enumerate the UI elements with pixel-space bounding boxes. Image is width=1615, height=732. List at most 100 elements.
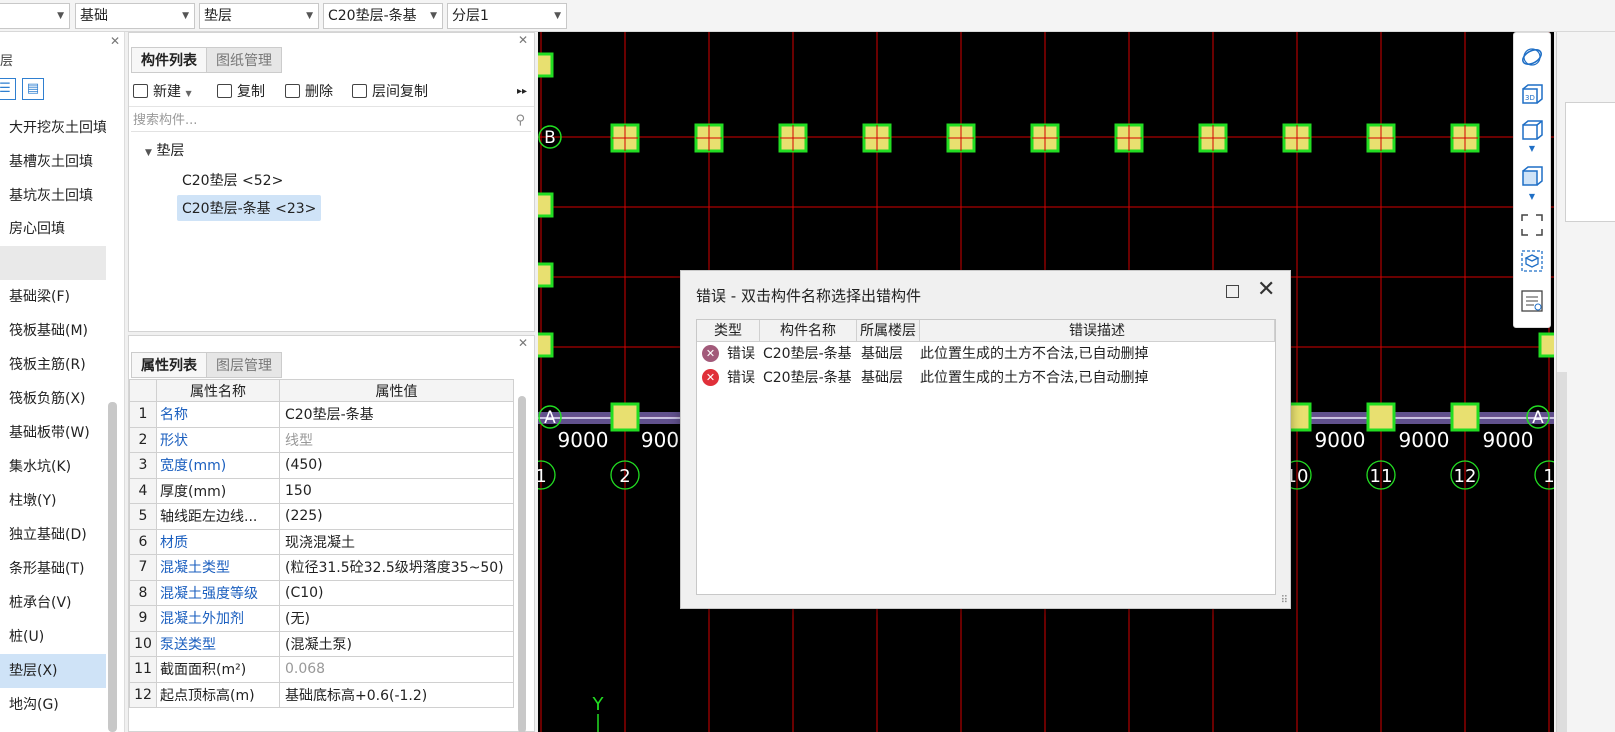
new-button[interactable]: 新建 ▼ <box>133 77 192 109</box>
sidebar-item[interactable]: 条形基础(T) <box>0 552 106 586</box>
table-row[interactable]: 8 混凝土强度等级 (C10) <box>129 579 514 606</box>
sidebar-item[interactable]: 柱墩(Y) <box>0 484 106 518</box>
error-floor: 基础层 <box>861 346 903 362</box>
side-panel-box[interactable] <box>1565 102 1615 222</box>
error-dialog: 错误 - 双击构件名称选择出错构件 ✕ 类型 构件名称 所属楼层 错误描述 ✕ 错… <box>680 270 1291 609</box>
maximize-icon[interactable] <box>1226 285 1239 298</box>
chevron-down-icon[interactable]: ▼ <box>1520 191 1544 203</box>
floor-copy-button[interactable]: 层间复制 <box>352 77 428 107</box>
sidebar-item[interactable]: 集水坑(K) <box>0 450 106 484</box>
fullscreen-icon[interactable] <box>1520 213 1544 237</box>
table-row[interactable]: 3 宽度(mm) (450) <box>129 452 514 479</box>
sidebar-item[interactable]: 桩承台(V) <box>0 586 106 620</box>
sidebar-item[interactable]: 地沟(G) <box>0 688 106 722</box>
error-component[interactable]: C20垫层-条基 <box>763 342 852 366</box>
nav-scrollbar[interactable] <box>108 402 117 732</box>
side-scrollbar[interactable] <box>1557 372 1567 732</box>
cube-filled-icon[interactable] <box>1520 165 1544 189</box>
3d-view-icon[interactable]: 3D <box>1520 83 1544 107</box>
sidebar-item[interactable]: 筏板基础(M) <box>0 314 106 348</box>
tab-property-list[interactable]: 属性列表 <box>131 352 207 378</box>
close-icon[interactable]: ✕ <box>110 34 120 48</box>
floor-select[interactable]: ▼ <box>0 3 70 29</box>
property-value[interactable]: (无) <box>279 605 514 632</box>
property-value[interactable]: (450) <box>279 452 514 479</box>
table-row[interactable]: 1 名称 C20垫层-条基 <box>129 401 514 428</box>
table-row[interactable]: 11 截面面积(m²) 0.068 <box>129 656 514 683</box>
pad-footing <box>538 262 554 288</box>
tree-item[interactable]: C20垫层 <52> <box>182 170 283 190</box>
table-row[interactable]: 12 起点顶标高(m) 基础底标高+0.6(-1.2) <box>129 681 514 708</box>
dimension-label: 9000 <box>1315 428 1366 452</box>
close-icon[interactable]: ✕ <box>518 33 528 47</box>
type-select[interactable]: 垫层 ▼ <box>199 3 319 29</box>
dimension-label: 9000 <box>1483 428 1534 452</box>
tree-root[interactable]: ▼ 垫层 <box>145 140 184 160</box>
property-value[interactable]: C20垫层-条基 <box>279 401 514 428</box>
pad-footing <box>610 402 640 432</box>
pad-footing <box>1538 332 1554 358</box>
sidebar-item[interactable]: 大开挖灰土回填 <box>0 111 106 145</box>
sidebar-item[interactable]: 房心回填 <box>0 212 106 246</box>
component-select[interactable]: C20垫层-条基 ▼ <box>323 3 443 29</box>
sidebar-item[interactable]: 独立基础(D) <box>0 518 106 552</box>
column-header[interactable]: 类型 <box>697 320 760 342</box>
sidebar-item[interactable]: 筏板负筋(X) <box>0 382 106 416</box>
table-row[interactable]: 2 形状 线型 <box>129 426 514 453</box>
column-header[interactable]: 错误描述 <box>920 320 1275 342</box>
layer-list-icon[interactable] <box>1520 289 1544 313</box>
table-row[interactable]: 7 混凝土类型 (粒径31.5砼32.5级坍落度35~50) <box>129 554 514 581</box>
column-header[interactable]: 所属楼层 <box>857 320 920 342</box>
table-row[interactable]: 4 厚度(mm) 150 <box>129 477 514 504</box>
tab-drawing-manage[interactable]: 图纸管理 <box>206 47 282 73</box>
sidebar-item[interactable]: 基础梁(F) <box>0 280 106 314</box>
copy-button[interactable]: 复制 <box>217 77 265 107</box>
property-value[interactable]: 0.068 <box>279 656 514 683</box>
detail-view-icon[interactable]: ▤ <box>22 78 44 100</box>
pad-footing <box>538 332 554 358</box>
orbit-icon[interactable] <box>1520 45 1544 69</box>
property-value[interactable]: (225) <box>279 503 514 530</box>
list-item[interactable]: ✕ 错误 C20垫层-条基 基础层 此位置生成的土方不合法,已自动删掉 <box>697 366 1277 390</box>
property-value[interactable]: 现浇混凝土 <box>279 528 514 555</box>
sidebar-item[interactable]: 垫层(X) <box>0 654 106 688</box>
more-icon[interactable]: ▸▸ <box>517 77 527 107</box>
sidebar-item[interactable]: 筏板主筋(R) <box>0 348 106 382</box>
list-item[interactable]: ✕ 错误 C20垫层-条基 基础层 此位置生成的土方不合法,已自动删掉 <box>697 342 1277 366</box>
property-value[interactable]: (C10) <box>279 579 514 606</box>
error-type: 错误 <box>727 370 755 386</box>
property-scrollbar[interactable] <box>518 396 526 732</box>
delete-button[interactable]: 删除 <box>285 77 333 107</box>
table-row[interactable]: 6 材质 现浇混凝土 <box>129 528 514 555</box>
column-header[interactable]: 构件名称 <box>760 320 857 342</box>
property-value[interactable]: 基础底标高+0.6(-1.2) <box>279 681 514 708</box>
sidebar-item[interactable]: 桩(U) <box>0 620 106 654</box>
chevron-down-icon[interactable]: ▼ <box>1520 143 1544 155</box>
sidebar-item[interactable]: 基坑灰土回填 <box>0 179 106 213</box>
property-value[interactable]: 线型 <box>279 426 514 453</box>
sidebar-item[interactable]: 基槽灰土回填 <box>0 145 106 179</box>
column-header: 属性值 <box>279 379 514 402</box>
resize-grip-icon[interactable]: ⠿ <box>1281 595 1288 606</box>
list-view-icon[interactable]: ☰ <box>0 78 16 100</box>
cube-icon[interactable] <box>1520 119 1544 143</box>
property-value[interactable]: 150 <box>279 477 514 504</box>
tab-component-list[interactable]: 构件列表 <box>131 47 207 73</box>
table-row[interactable]: 9 混凝土外加剂 (无) <box>129 605 514 632</box>
property-value[interactable]: (粒径31.5砼32.5级坍落度35~50) <box>279 554 514 581</box>
close-icon[interactable]: ✕ <box>1257 279 1275 301</box>
property-name: 厚度(mm) <box>156 477 280 504</box>
search-input[interactable]: 搜索构件... ⚲ <box>131 110 531 132</box>
error-component[interactable]: C20垫层-条基 <box>763 366 852 390</box>
tab-layer-manage[interactable]: 图层管理 <box>206 352 282 378</box>
error-icon: ✕ <box>702 369 719 386</box>
property-value[interactable]: (混凝土泵) <box>279 630 514 657</box>
close-icon[interactable]: ✕ <box>518 336 528 350</box>
table-row[interactable]: 10 泵送类型 (混凝土泵) <box>129 630 514 657</box>
sidebar-item[interactable]: 基础板带(W) <box>0 416 106 450</box>
sublayer-select[interactable]: 分层1 ▼ <box>447 3 567 29</box>
tree-item-selected[interactable]: C20垫层-条基 <23> <box>177 195 322 221</box>
category-select[interactable]: 基础 ▼ <box>75 3 195 29</box>
table-row[interactable]: 5 轴线距左边线... (225) <box>129 503 514 530</box>
select-box-icon[interactable] <box>1520 249 1544 273</box>
